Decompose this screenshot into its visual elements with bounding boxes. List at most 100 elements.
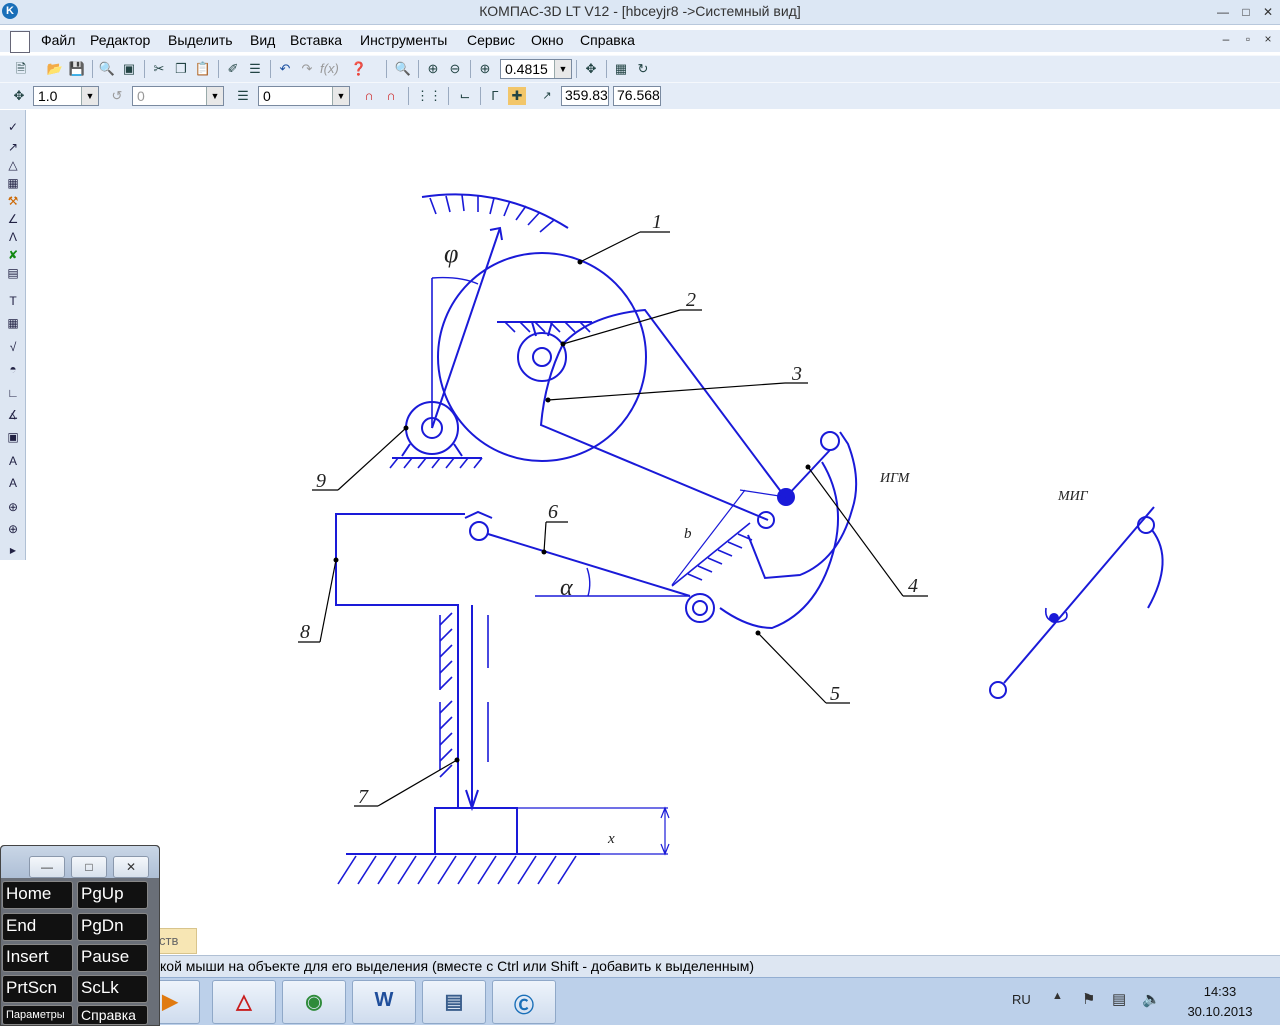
leader-icon[interactable]: ∟ bbox=[4, 384, 22, 402]
zoom-scale-icon[interactable]: ⊕ bbox=[476, 60, 494, 78]
paste-icon[interactable]: 📋 bbox=[194, 60, 212, 78]
osk-help-button[interactable]: Справка bbox=[77, 1005, 148, 1025]
expand-icon[interactable]: ▶ bbox=[4, 542, 22, 560]
associative-view-icon[interactable]: ✘ bbox=[4, 246, 22, 264]
taskbar-computer[interactable]: ▤ bbox=[422, 980, 486, 1024]
pan-icon[interactable]: ✥ bbox=[582, 60, 600, 78]
doc-restore-icon[interactable]: ▫ bbox=[1240, 32, 1256, 46]
language-indicator[interactable]: RU bbox=[1012, 992, 1031, 1007]
maximize-icon[interactable]: □ bbox=[1238, 5, 1254, 19]
clock-time[interactable]: 14:33 bbox=[1200, 984, 1240, 999]
select-icon[interactable]: Λ bbox=[4, 228, 22, 246]
edit-icon[interactable]: ▦ bbox=[4, 174, 22, 192]
menu-file[interactable]: Файл bbox=[41, 32, 75, 48]
symbols-icon[interactable]: △ bbox=[4, 156, 22, 174]
position-icon[interactable]: ∡ bbox=[4, 406, 22, 424]
drawing-canvas[interactable]: 1 2 3 4 5 6 7 8 9 φ α b x ИГМ МИГ bbox=[27, 110, 1280, 925]
magnet-icon[interactable]: ∩ bbox=[360, 87, 378, 105]
taskbar-word[interactable]: W bbox=[352, 980, 416, 1024]
axis-icon[interactable]: ⊕ bbox=[4, 498, 22, 516]
key-pause[interactable]: Pause bbox=[77, 944, 148, 972]
cut-line-icon[interactable]: A bbox=[4, 452, 22, 470]
menu-window[interactable]: Окно bbox=[531, 32, 564, 48]
taskbar-kompas[interactable]: Ⓒ bbox=[492, 980, 556, 1024]
undo-icon[interactable]: ↶ bbox=[276, 60, 294, 78]
cut-icon[interactable]: ✂ bbox=[150, 60, 168, 78]
coord-y-field[interactable]: 76.568 bbox=[613, 86, 661, 106]
text-icon[interactable]: T bbox=[4, 292, 22, 310]
minimize-icon[interactable]: — bbox=[1215, 5, 1231, 19]
ortho-icon[interactable]: Γ bbox=[486, 87, 504, 105]
center-mark-icon[interactable]: ⊕ bbox=[4, 520, 22, 538]
view-icon[interactable]: ▣ bbox=[120, 60, 138, 78]
key-sclk[interactable]: ScLk bbox=[77, 975, 148, 1003]
print-preview-icon[interactable]: 🔍 bbox=[98, 60, 116, 78]
help-cursor-icon[interactable]: ❓ bbox=[350, 60, 368, 78]
grid-icon[interactable]: ⋮⋮ bbox=[416, 87, 442, 105]
zoom-in-icon[interactable]: ⊕ bbox=[424, 60, 442, 78]
action-center-flag-icon[interactable]: ⚑ bbox=[1082, 990, 1095, 1008]
new-icon[interactable]: 🗎 bbox=[12, 60, 30, 78]
copy-icon[interactable]: ❐ bbox=[172, 60, 190, 78]
chevron-down-icon[interactable]: ▼ bbox=[554, 60, 571, 78]
network-icon[interactable]: ▤ bbox=[1112, 990, 1126, 1008]
properties-icon[interactable]: ☰ bbox=[246, 60, 264, 78]
zoom-window-icon[interactable]: 🔍 bbox=[394, 60, 412, 78]
roughness-icon[interactable]: √ bbox=[4, 338, 22, 356]
open-icon[interactable]: 📂 bbox=[46, 60, 64, 78]
key-end[interactable]: End bbox=[2, 913, 73, 941]
document-icon[interactable] bbox=[10, 31, 30, 53]
base-icon[interactable]: ◓ bbox=[4, 360, 22, 378]
spec-icon[interactable]: ▤ bbox=[4, 264, 22, 282]
step-icon[interactable]: ✥ bbox=[10, 87, 28, 105]
osk-options-button[interactable]: Параметры bbox=[2, 1005, 73, 1025]
key-home[interactable]: Home bbox=[2, 881, 73, 909]
fx-icon[interactable]: f(x) bbox=[320, 60, 339, 78]
close-icon[interactable]: ✕ bbox=[1260, 5, 1276, 19]
step-combobox[interactable]: 1.0 ▼ bbox=[33, 86, 99, 106]
menu-help[interactable]: Справка bbox=[580, 32, 635, 48]
local-cs-icon[interactable]: ⌙ bbox=[456, 87, 474, 105]
cursor-snap-icon[interactable]: ✚ bbox=[508, 87, 526, 105]
coord-x-field[interactable]: 359.83 bbox=[561, 86, 609, 106]
geometry-icon[interactable]: ✓ bbox=[4, 118, 22, 136]
brush-icon[interactable]: ✐ bbox=[224, 60, 242, 78]
snap-icon[interactable]: ∩ bbox=[382, 87, 400, 105]
tolerance-icon[interactable]: ▣ bbox=[4, 428, 22, 446]
key-pgdn[interactable]: PgDn bbox=[77, 913, 148, 941]
layer-icon[interactable]: ☰ bbox=[234, 87, 252, 105]
key-prtscn[interactable]: PrtScn bbox=[2, 975, 73, 1003]
save-icon[interactable]: 💾 bbox=[68, 60, 86, 78]
taskbar-chrome[interactable]: ◉ bbox=[282, 980, 346, 1024]
menu-service[interactable]: Сервис bbox=[467, 32, 515, 48]
dimensions-icon[interactable]: ↗ bbox=[4, 138, 22, 156]
refresh-icon[interactable]: ▦ bbox=[612, 60, 630, 78]
chevron-down-icon[interactable]: ▼ bbox=[81, 87, 98, 105]
doc-minimize-icon[interactable]: – bbox=[1218, 32, 1234, 46]
chevron-down-icon[interactable]: ▼ bbox=[332, 87, 349, 105]
tray-expand-icon[interactable]: ▲ bbox=[1052, 990, 1063, 1002]
zoom-combobox[interactable]: 0.4815 ▼ bbox=[500, 59, 572, 79]
menu-select[interactable]: Выделить bbox=[168, 32, 233, 48]
redo-icon[interactable]: ↷ bbox=[298, 60, 316, 78]
osk-close-icon[interactable]: ✕ bbox=[113, 856, 149, 878]
menu-tools[interactable]: Инструменты bbox=[360, 32, 447, 48]
layer-combobox[interactable]: 0 ▼ bbox=[258, 86, 350, 106]
menu-view[interactable]: Вид bbox=[250, 32, 275, 48]
redraw-icon[interactable]: ↻ bbox=[634, 60, 652, 78]
zoom-out-icon[interactable]: ⊖ bbox=[446, 60, 464, 78]
clock-date[interactable]: 30.10.2013 bbox=[1182, 1004, 1258, 1019]
osk-minimize-icon[interactable]: — bbox=[29, 856, 65, 878]
menu-insert[interactable]: Вставка bbox=[290, 32, 342, 48]
taskbar-acrobat[interactable]: △ bbox=[212, 980, 276, 1024]
volume-icon[interactable]: 🔈 bbox=[1142, 990, 1161, 1008]
arrow-view-icon[interactable]: A bbox=[4, 474, 22, 492]
menu-edit[interactable]: Редактор bbox=[90, 32, 150, 48]
key-insert[interactable]: Insert bbox=[2, 944, 73, 972]
osk-restore-icon[interactable]: □ bbox=[71, 856, 107, 878]
doc-close-icon[interactable]: × bbox=[1260, 32, 1276, 46]
parametrization-icon[interactable]: ⚒ bbox=[4, 192, 22, 210]
measure-icon[interactable]: ∠ bbox=[4, 210, 22, 228]
key-pgup[interactable]: PgUp bbox=[77, 881, 148, 909]
table-icon[interactable]: ▦ bbox=[4, 314, 22, 332]
